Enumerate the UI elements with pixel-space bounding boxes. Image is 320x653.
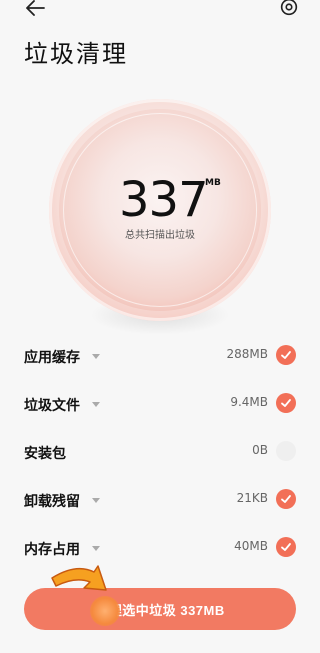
category-label: 卸载残留: [24, 494, 80, 510]
list-item[interactable]: 垃圾文件 9.4MB: [24, 385, 296, 433]
check-icon: [281, 543, 291, 551]
total-size-number: 337: [119, 172, 209, 228]
category-size: 40MB: [234, 539, 268, 553]
scan-summary: 337 MB 总共扫描出垃圾: [0, 90, 320, 350]
check-icon: [281, 399, 291, 407]
checkbox[interactable]: [276, 537, 296, 557]
category-size: 288MB: [226, 347, 269, 361]
list-item[interactable]: 安装包 0B: [24, 433, 296, 481]
arrow-pointer-icon: [51, 565, 107, 591]
chevron-down-icon[interactable]: [92, 402, 100, 407]
category-label: 安装包: [24, 446, 66, 462]
check-icon: [281, 495, 291, 503]
category-label: 应用缓存: [24, 350, 80, 366]
summary-caption: 总共扫描出垃圾: [125, 230, 195, 241]
category-size: 9.4MB: [230, 395, 268, 409]
category-label: 垃圾文件: [24, 398, 80, 414]
checkbox[interactable]: [276, 345, 296, 365]
total-size-unit: MB: [205, 178, 221, 188]
top-bar: [0, 0, 320, 24]
page-title: 垃圾清理: [24, 40, 128, 68]
gear-icon[interactable]: [278, 0, 300, 18]
checkbox[interactable]: [276, 393, 296, 413]
list-item[interactable]: 卸载残留 21KB: [24, 481, 296, 529]
category-size: 21KB: [236, 491, 268, 505]
check-icon: [281, 351, 291, 359]
junk-category-list: 应用缓存 288MB 垃圾文件 9.4MB 安装包 0B 卸载残留 21KB 内…: [24, 337, 296, 577]
checkbox[interactable]: [276, 489, 296, 509]
category-label: 内存占用: [24, 542, 80, 558]
chevron-down-icon[interactable]: [92, 354, 100, 359]
chevron-down-icon[interactable]: [92, 498, 100, 503]
list-item[interactable]: 应用缓存 288MB: [24, 337, 296, 385]
chevron-down-icon[interactable]: [92, 546, 100, 551]
category-size: 0B: [252, 443, 268, 457]
back-arrow-icon[interactable]: [24, 0, 48, 18]
checkbox[interactable]: [276, 441, 296, 461]
